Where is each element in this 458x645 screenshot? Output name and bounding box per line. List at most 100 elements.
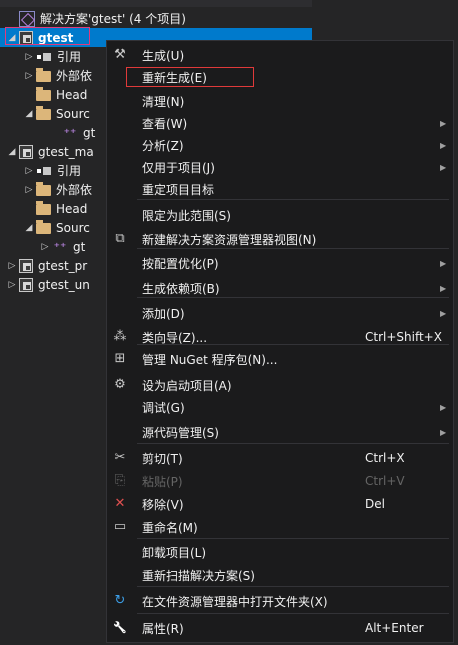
tree-node-label: 外部依 [56,69,93,83]
menu-item-label: 属性(R) [142,621,184,636]
cpp-file-icon: ⁺⁺ [53,239,67,254]
menu-item-label: 生成(U) [142,48,185,63]
menu-item-label: 设为启动项目(A) [142,378,232,393]
menu-item[interactable]: 重新扫描解决方案(S) [107,564,453,586]
menu-item-label: 重新生成(E) [142,70,207,85]
menu-item[interactable]: 仅用于项目(J) ▶ [107,156,453,178]
menu-item-label: 重新扫描解决方案(S) [142,568,255,583]
submenu-arrow-icon: ▶ [440,118,447,128]
nuget-icon: ⊞ [114,351,126,366]
menu-item[interactable]: 调试(G) ▶ [107,396,453,418]
expander-icon[interactable]: ▷ [5,280,19,290]
folder-icon [36,220,51,234]
rename-icon: ▭ [113,519,127,534]
expander-icon[interactable]: ◢ [22,109,36,119]
class-wizard-icon: ⁂ [113,329,127,344]
menu-item[interactable]: 重新生成(E) [107,66,453,88]
context-menu: ⚒ 生成(U) 重新生成(E) 清理(N) 查看(W) ▶ 分析(Z) ▶ 仅用于项目(J) ▶ 重… [106,40,454,643]
menu-item-label: 管理 NuGet 程序包(N)... [142,352,278,367]
menu-item[interactable]: 清理(N) [107,90,453,112]
menu-item-label: 卸载项目(L) [142,545,207,560]
expander-icon[interactable]: ▷ [38,242,52,252]
solution-node[interactable]: 解决方案'gtest' (4 个项目) [0,9,312,28]
expander-icon[interactable]: ▷ [22,52,36,62]
tree-node-label: Head [56,201,88,216]
expander-icon[interactable]: ◢ [22,223,36,233]
menu-item-label: 查看(W) [142,116,188,131]
submenu-arrow-icon: ▶ [440,140,447,150]
expander-icon[interactable]: ◢ [5,147,19,157]
menu-separator [137,538,449,539]
submenu-arrow-icon: ▶ [440,402,447,412]
menu-item[interactable]: 卸载项目(L) [107,541,453,563]
tree-node-label: 引用 [57,50,82,64]
tree-node-label: gt [73,239,86,254]
menu-item[interactable]: ⊞ 管理 NuGet 程序包(N)... [107,348,453,370]
tree-node-label: Head [56,87,88,102]
menu-item[interactable]: ⚒ 生成(U) [107,44,453,66]
tree-node-label: 引用 [57,164,82,178]
folder-icon [36,87,51,101]
selected-node-outline [5,27,90,45]
menu-item-label: 重命名(M) [142,520,198,535]
menu-separator [137,613,449,614]
remove-icon: ✕ [114,496,126,511]
folder-icon [36,201,51,215]
submenu-arrow-icon: ▶ [440,258,447,268]
menu-item-label: 清理(N) [142,94,185,109]
menu-item[interactable]: ✂ 剪切(T) Ctrl+X [107,447,453,469]
menu-item-label: 调试(G) [142,400,185,415]
menu-item[interactable]: 分析(Z) ▶ [107,134,453,156]
submenu-arrow-icon: ▶ [440,427,447,437]
wrench-icon: 🔧 [113,621,127,634]
folder-icon [36,106,51,120]
menu-item-label: 源代码管理(S) [142,425,219,440]
tree-node-label: Sourc [56,220,90,235]
submenu-arrow-icon: ▶ [440,308,447,318]
references-icon [36,49,52,65]
menu-item-label: 剪切(T) [142,451,183,466]
references-icon [36,163,52,179]
tree-node-label: gtest_ma [38,144,94,159]
menu-item-shortcut: Ctrl+X [365,451,405,465]
expander-icon[interactable]: ▷ [22,185,36,195]
menu-item[interactable]: 查看(W) ▶ [107,112,453,134]
menu-item-label: 添加(D) [142,306,185,321]
tree-top-border [0,0,312,7]
menu-item[interactable]: ⚙ 设为启动项目(A) [107,374,453,396]
cut-icon: ✂ [114,450,126,465]
menu-item-label: 粘贴(P) [142,474,183,489]
menu-item[interactable]: ✕ 移除(V) Del [107,493,453,515]
menu-item[interactable]: ⧉ 新建解决方案资源管理器视图(N) [107,228,453,250]
menu-item[interactable]: 按配置优化(P) ▶ [107,252,453,274]
menu-item-label: 仅用于项目(J) [142,160,215,175]
cpp-file-icon: ⁺⁺ [63,125,77,140]
menu-item-shortcut: Ctrl+V [365,474,405,488]
menu-item-label: 类向导(Z)... [142,330,208,345]
menu-item-label: 生成依赖项(B) [142,281,220,296]
menu-item[interactable]: ⁂ 类向导(Z)... Ctrl+Shift+X [107,326,453,348]
menu-item[interactable]: 🔧 属性(R) Alt+Enter [107,617,453,639]
gear-icon: ⚙ [114,377,126,392]
tree-node-label: 外部依 [56,183,93,197]
folder-icon [36,68,51,82]
paste-icon: ⎘ [114,473,126,488]
menu-item[interactable]: ↻ 在文件资源管理器中打开文件夹(X) [107,590,453,612]
solution-icon [19,10,35,27]
project-icon [19,277,33,292]
menu-item-label: 限定为此范围(S) [142,208,231,223]
menu-item[interactable]: ▭ 重命名(M) [107,516,453,538]
menu-item[interactable]: 添加(D) ▶ [107,302,453,324]
project-icon [19,258,33,273]
expander-icon[interactable]: ▷ [22,71,36,81]
expander-icon[interactable]: ▷ [5,261,19,271]
menu-item[interactable]: 生成依赖项(B) ▶ [107,277,453,299]
expander-icon[interactable]: ▷ [22,166,36,176]
menu-item[interactable]: 限定为此范围(S) [107,204,453,226]
menu-separator [137,443,449,444]
menu-item[interactable]: 源代码管理(S) ▶ [107,421,453,443]
refresh-icon: ↻ [114,593,126,608]
menu-item: ⎘ 粘贴(P) Ctrl+V [107,470,453,492]
menu-item[interactable]: 重定项目目标 [107,178,453,200]
menu-item-label: 重定项目目标 [142,182,215,197]
